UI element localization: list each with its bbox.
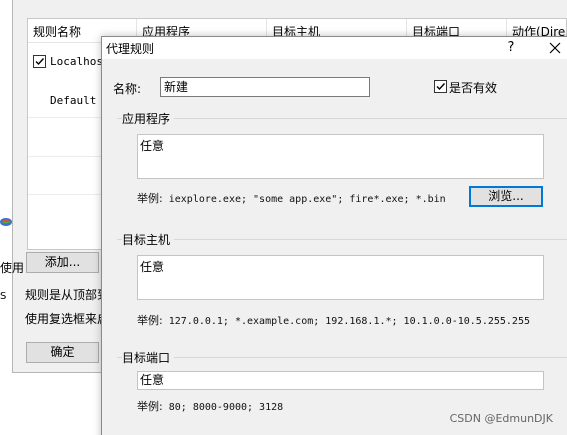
dialog-titlebar[interactable]: 代理规则 ? [102,37,567,59]
help-icon[interactable]: ? [503,37,519,59]
applications-group-label: 应用程序 [122,110,175,127]
example-prefix: 举例: [137,192,163,205]
enabled-checkbox[interactable] [434,80,447,93]
group-divider [117,239,567,240]
row-divider [28,156,103,157]
example-text: iexplore.exe; "some app.exe"; fire*.exe;… [168,194,446,205]
name-label: 名称: [113,82,142,96]
example-prefix: 举例: [137,314,163,327]
partial-label: S [0,291,7,302]
checkbox-hint-text: 使用复选框来启 [25,312,110,326]
watermark: CSDN @EdmunDJK [449,412,553,425]
example-prefix: 举例: [137,400,163,413]
example-text: 80; 8000-9000; 3128 [168,402,284,413]
target-hosts-example: 举例: 127.0.0.1; *.example.com; 192.168.1.… [137,312,530,328]
group-divider [117,357,567,358]
name-input[interactable]: 新建 [160,77,370,97]
partial-app-icon [0,216,12,226]
target-hosts-group-label: 目标主机 [122,231,175,248]
dialog-title: 代理规则 [106,42,155,56]
target-ports-group-label: 目标端口 [122,349,175,366]
enabled-label: 是否有效 [449,81,498,95]
target-ports-example: 举例: 80; 8000-9000; 3128 [137,398,283,414]
group-divider [117,118,567,119]
partial-label: 使用 [0,261,25,275]
proxy-rule-dialog: 代理规则 ? 名称: 新建 是否有效 应用程序 任意 举例: iexplore.… [101,36,567,435]
target-ports-input[interactable]: 任意 [137,371,544,390]
browse-button[interactable]: 浏览... [469,186,543,207]
example-text: 127.0.0.1; *.example.com; 192.168.1.*; 1… [168,316,530,327]
order-hint-text: 规则是从顶部到 [25,288,110,302]
add-rule-button[interactable]: 添加... [26,252,99,273]
rule-enabled-checkbox[interactable] [33,55,46,68]
row-divider [28,117,103,118]
target-hosts-input[interactable]: 任意 [137,255,544,300]
rule-name: Default [50,94,97,107]
row-divider [28,194,103,195]
screen: 规则名称 应用程序 目标主机 目标端口 动作(Dire Localhost De… [0,0,567,435]
applications-input[interactable]: 任意 [137,134,544,179]
ok-button[interactable]: 确定 [26,342,99,363]
close-icon[interactable] [540,37,567,59]
applications-example: 举例: iexplore.exe; "some app.exe"; fire*.… [137,190,446,206]
